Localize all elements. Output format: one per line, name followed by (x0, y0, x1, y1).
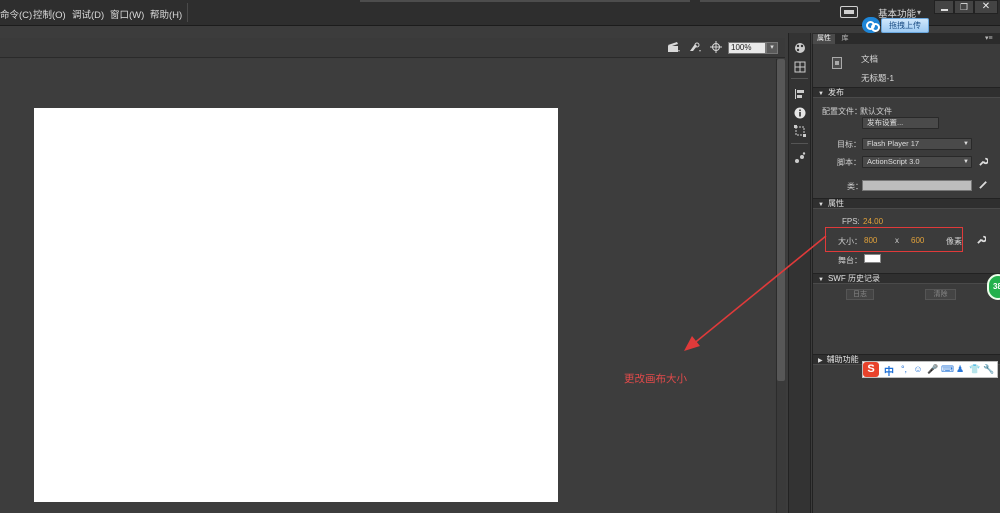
user-icon[interactable]: ♟ (955, 364, 965, 374)
info-icon[interactable] (794, 107, 806, 119)
menu-help[interactable]: 帮助(H) (150, 7, 182, 21)
size-highlight-box (825, 227, 963, 252)
script-select[interactable]: ActionScript 3.0 (862, 156, 972, 168)
chevron-down-icon[interactable]: ▾ (917, 8, 921, 17)
section-title: SWF 历史记录 (827, 274, 880, 283)
fps-value[interactable]: 24.00 (863, 217, 883, 226)
swatches-icon[interactable] (794, 61, 806, 73)
color-palette-icon[interactable] (794, 42, 806, 54)
restore-button[interactable]: ❐ (954, 0, 974, 14)
menubar-divider (187, 3, 188, 22)
center-stage-icon[interactable] (710, 41, 722, 53)
annotation-arrow (684, 235, 827, 351)
profile-label: 配置文件： (822, 107, 862, 116)
zoom-input[interactable]: 100% (728, 42, 766, 54)
section-title: 发布 (827, 88, 844, 97)
sogou-logo-icon[interactable]: S (863, 362, 879, 377)
chevron-down-icon: ▼ (963, 141, 969, 147)
section-header-swf-history[interactable]: ▼ SWF 历史记录 (813, 273, 1000, 284)
stage-label: 舞台： (838, 256, 862, 265)
stage-color-swatch[interactable] (864, 254, 881, 263)
log-button[interactable]: 日志 (846, 289, 874, 300)
workspace-switcher-icon[interactable] (840, 6, 858, 18)
keyboard-icon[interactable]: ⌨ (941, 364, 954, 374)
camera-icon[interactable] (688, 42, 702, 53)
transform-icon[interactable] (794, 125, 806, 137)
microphone-icon[interactable]: 🎤 (927, 364, 938, 374)
minimize-button[interactable] (934, 0, 954, 14)
target-select[interactable]: Flash Player 17 (862, 138, 972, 150)
class-label: 类： (847, 182, 863, 191)
section-header-publish[interactable]: ▼ 发布 (813, 87, 1000, 98)
expand-triangle-icon: ▶ (818, 358, 823, 364)
close-button[interactable]: ✕ (974, 0, 998, 14)
menu-window[interactable]: 窗口(W) (110, 7, 144, 21)
clear-button[interactable]: 清除 (925, 289, 956, 300)
document-icon (832, 57, 842, 69)
strip-divider (791, 78, 808, 79)
menu-control[interactable]: 控制(O) (33, 7, 66, 21)
strip-divider (791, 143, 808, 144)
align-icon[interactable] (794, 88, 806, 100)
annotation-label: 更改画布大小 (624, 373, 687, 385)
tab-library[interactable]: 库 (837, 34, 853, 44)
stage-canvas[interactable] (34, 108, 558, 502)
fps-label: FPS: (842, 217, 860, 226)
publish-settings-button[interactable]: 发布设置... (862, 117, 939, 129)
section-title: 属性 (827, 199, 844, 208)
script-label: 脚本： (837, 158, 861, 167)
clapper-icon[interactable] (667, 42, 681, 52)
settings-wrench-icon[interactable]: 🔧 (983, 364, 994, 374)
wrench-icon[interactable] (977, 235, 986, 244)
components-icon[interactable] (794, 152, 806, 164)
ime-language-toggle[interactable]: 中 (884, 363, 894, 378)
class-input[interactable] (862, 180, 972, 191)
baidu-cloud-icon[interactable] (862, 17, 880, 33)
target-label: 目标： (837, 140, 861, 149)
collapse-triangle-icon: ▼ (818, 202, 824, 208)
chevron-down-icon: ▼ (963, 159, 969, 165)
document-name: 无标题-1 (861, 73, 895, 83)
document-type-label: 文档 (861, 54, 879, 64)
punctuation-icon[interactable]: °, (899, 364, 909, 374)
profile-value: 默认文件 (860, 107, 892, 116)
zoom-dropdown-button[interactable]: ▾ (766, 42, 778, 54)
tab-properties[interactable]: 属性 (813, 34, 835, 44)
section-title: 辅助功能 (826, 355, 859, 364)
wrench-icon[interactable] (979, 157, 988, 166)
floating-badge[interactable]: 38 (987, 274, 1000, 300)
section-header-properties[interactable]: ▼ 属性 (813, 198, 1000, 209)
emoji-icon[interactable]: ☺ (913, 364, 923, 374)
edit-pencil-icon[interactable] (979, 180, 988, 189)
collapse-triangle-icon: ▼ (818, 91, 824, 97)
menu-command[interactable]: 命令(C) (0, 7, 32, 21)
drag-upload-button[interactable]: 拖拽上传 (881, 18, 929, 33)
panel-menu-icon[interactable]: ▾≡ (985, 34, 993, 42)
skin-icon[interactable]: 👕 (969, 364, 980, 374)
menu-debug[interactable]: 调试(D) (72, 7, 104, 21)
title-bar-strip (700, 0, 820, 2)
title-bar-strip (360, 0, 690, 2)
